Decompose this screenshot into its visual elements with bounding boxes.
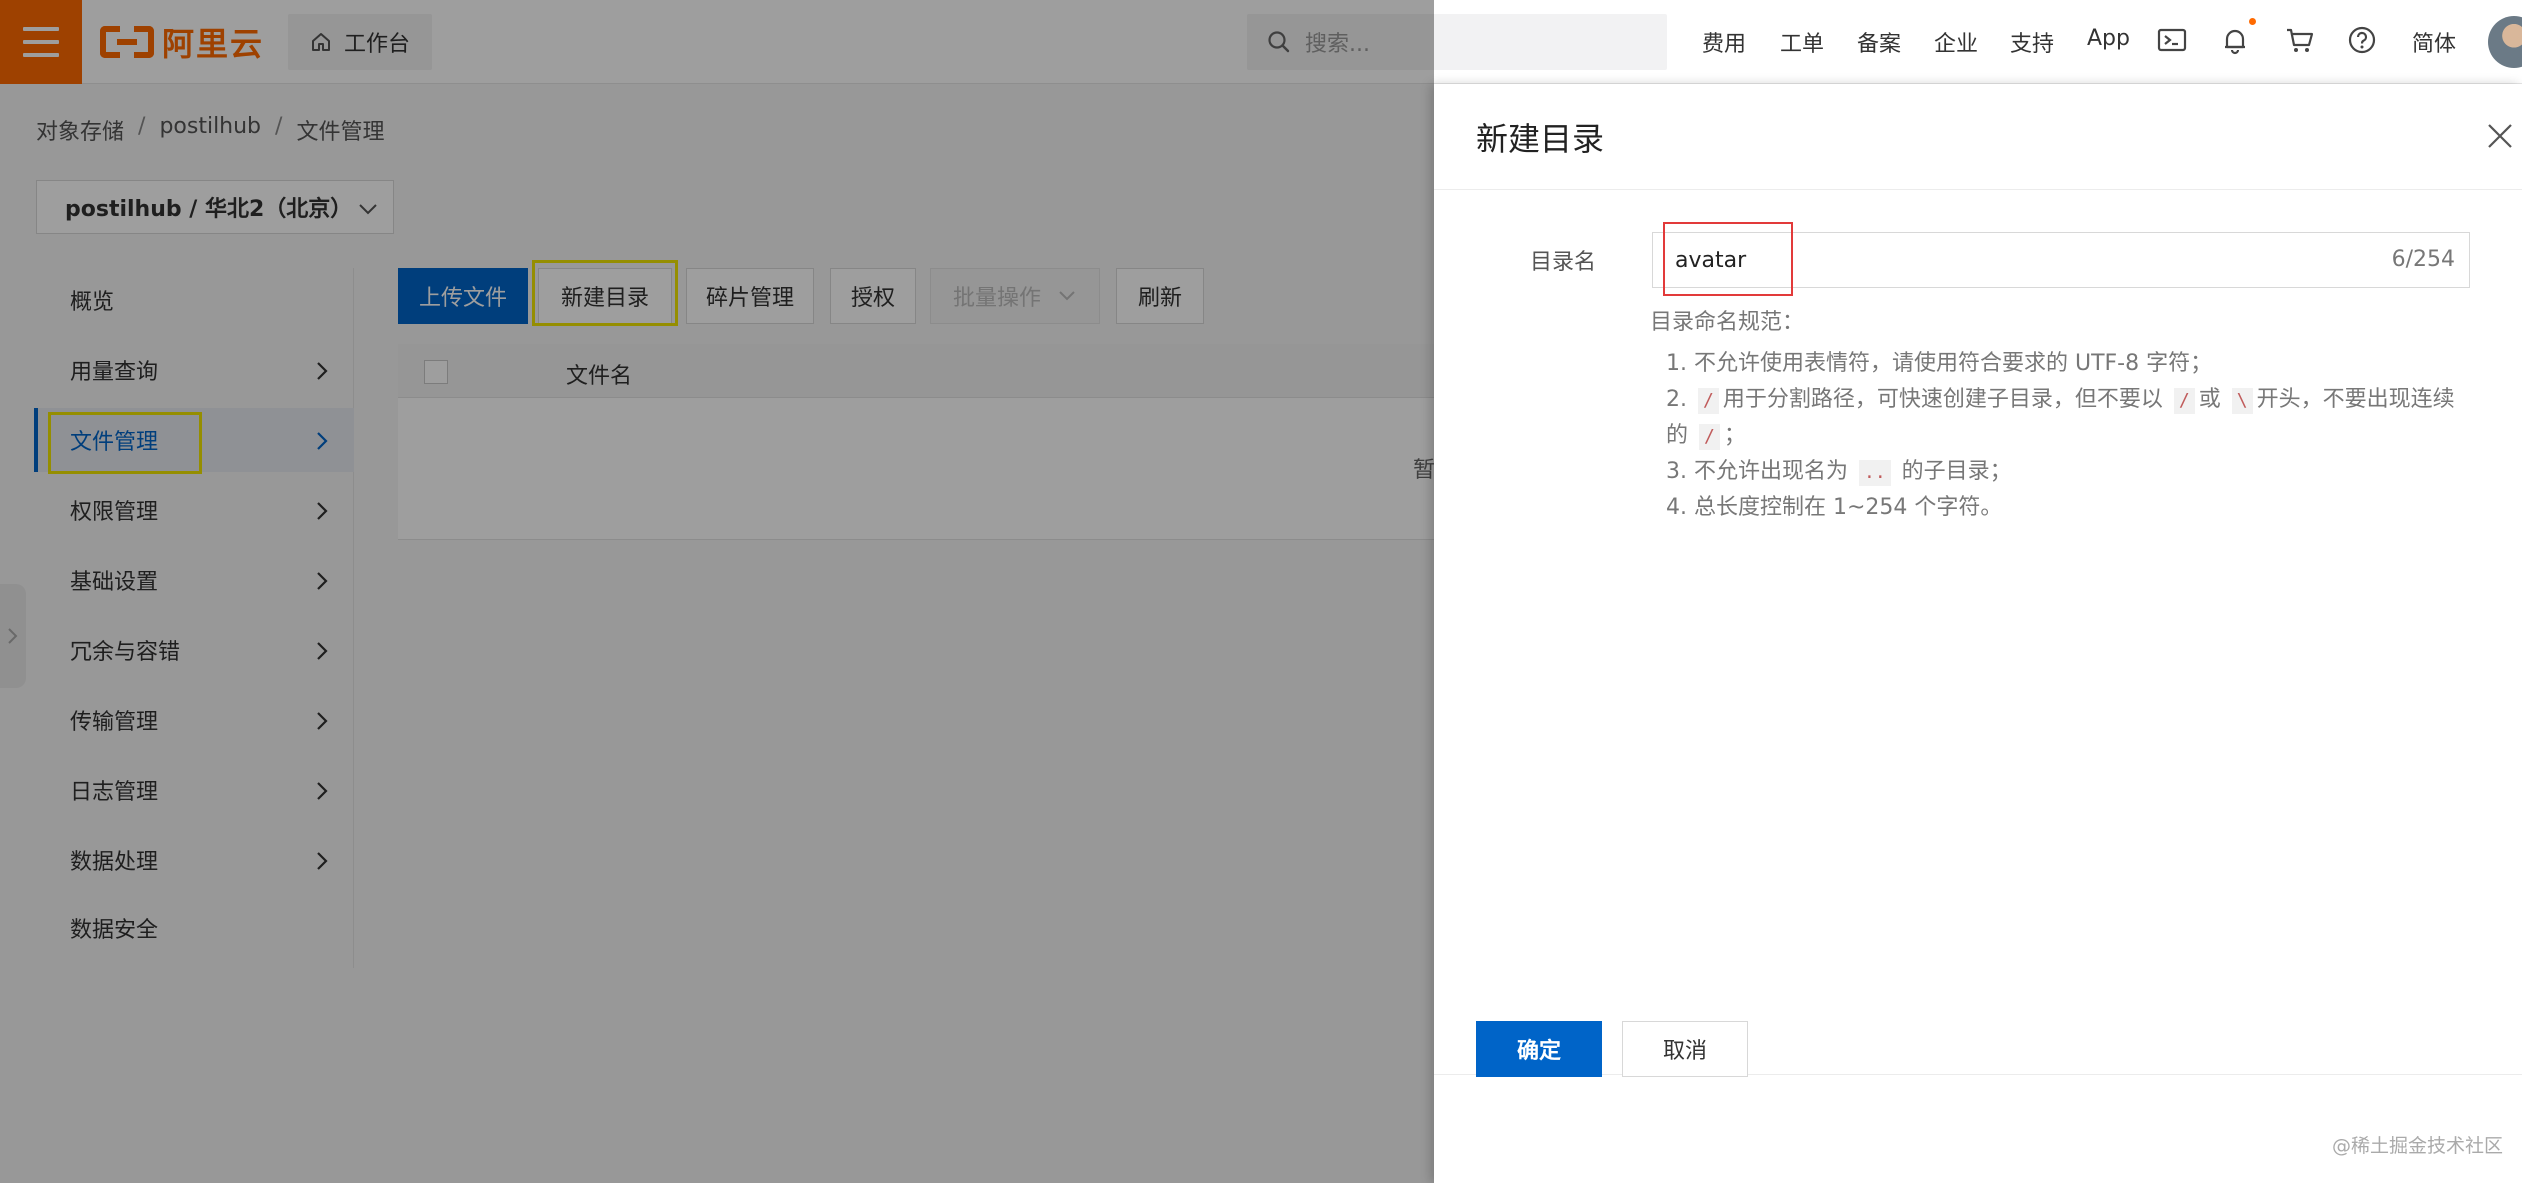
highlight-box-directory-name [1663, 222, 1793, 296]
naming-rule-3: 3. 不允许出现名为 .. 的子目录； [1666, 459, 2012, 486]
language-switch[interactable]: 简体 [2412, 26, 2456, 58]
bell-icon[interactable] [2219, 24, 2251, 56]
naming-rules-title: 目录命名规范： [1650, 310, 1805, 335]
modal-overlay[interactable] [0, 0, 1434, 1183]
nav-tickets[interactable]: 工单 [1780, 26, 1824, 58]
nav-app[interactable]: App [2087, 26, 2130, 51]
nav-icp[interactable]: 备案 [1857, 26, 1901, 58]
naming-rule-2: 2. / 用于分割路径，可快速创建子目录，但不要以 / 或 \ 开头，不要出现连续的 … [1666, 387, 2455, 450]
confirm-button[interactable]: 确定 [1476, 1021, 1602, 1077]
char-count: 6/254 [2391, 247, 2455, 272]
nav-support[interactable]: 支持 [2010, 26, 2054, 58]
cancel-button[interactable]: 取消 [1622, 1021, 1748, 1077]
watermark: @稀土掘金技术社区 [2332, 1135, 2504, 1157]
drawer-header: 新建目录 [1434, 84, 2522, 190]
notification-dot [2249, 18, 2256, 25]
directory-name-label: 目录名 [1530, 250, 1597, 275]
user-avatar[interactable] [2488, 16, 2522, 68]
drawer-footer [1434, 1074, 2522, 1183]
naming-rule-1: 1. 不允许使用表情符，请使用符合要求的 UTF-8 字符； [1666, 351, 2213, 376]
help-icon[interactable] [2346, 24, 2378, 56]
drawer-title: 新建目录 [1476, 120, 1605, 158]
nav-billing[interactable]: 费用 [1702, 26, 1746, 58]
nav-enterprise[interactable]: 企业 [1934, 26, 1978, 58]
terminal-icon[interactable] [2156, 24, 2188, 56]
naming-rule-4: 4. 总长度控制在 1~254 个字符。 [1666, 495, 2003, 520]
close-icon[interactable] [2486, 122, 2514, 150]
new-directory-drawer: 新建目录 目录名 avatar 6/254 目录命名规范： 1. 不允许使用表情… [1434, 84, 2522, 1183]
cart-icon[interactable] [2284, 24, 2316, 56]
